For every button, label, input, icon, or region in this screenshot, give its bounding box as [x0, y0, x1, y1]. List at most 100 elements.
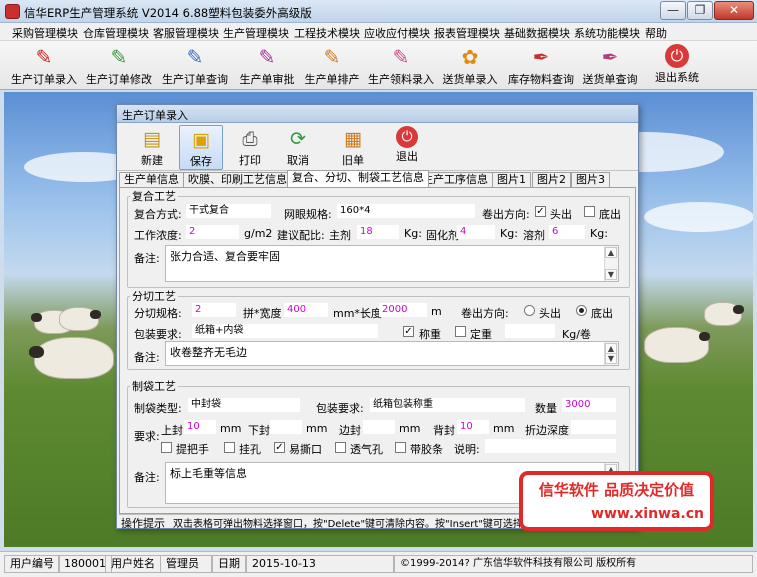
- mesh-input[interactable]: 160*4: [337, 204, 475, 218]
- hint-label: 操作提示: [121, 517, 165, 530]
- doc-green-icon: ✎: [110, 45, 128, 69]
- bag-pack-input[interactable]: 纸箱包装称重: [370, 398, 525, 412]
- bag-qty-input[interactable]: 3000: [562, 398, 616, 412]
- menu-service[interactable]: 客服管理模块: [153, 25, 219, 41]
- menu-warehouse[interactable]: 仓库管理模块: [83, 25, 149, 41]
- handle-label: 提把手: [176, 443, 209, 456]
- status-bar: 用户编号 180001 用户姓名 管理员 日期 2015-10-13 ©1999…: [0, 551, 757, 577]
- slit-mm-length-label: mm*长度: [333, 307, 382, 320]
- curing-label: 固化剂: [426, 229, 459, 242]
- restore-button[interactable]: ❐: [687, 1, 713, 20]
- dialog-exit-button[interactable]: ⏻ 退出: [385, 125, 429, 170]
- fold-depth-input[interactable]: [571, 420, 616, 434]
- solvent-input[interactable]: 6: [549, 225, 585, 239]
- doc-orange-icon: ✎: [323, 45, 341, 69]
- delivery-entry-button[interactable]: ✿ 送货单录入: [440, 43, 500, 88]
- slit-head-out-radio[interactable]: [524, 305, 535, 316]
- composite-tail-out-checkbox[interactable]: [584, 206, 595, 217]
- hang-hole-label: 挂孔: [239, 443, 261, 456]
- close-button[interactable]: ✕: [714, 1, 754, 20]
- scroll-up-icon[interactable]: ▲: [605, 247, 617, 258]
- print-icon: ⎙: [242, 128, 258, 150]
- concentration-input[interactable]: 2: [186, 225, 239, 239]
- concentration-label: 工作浓度:: [134, 229, 182, 242]
- slit-spec-input[interactable]: 2: [192, 303, 236, 317]
- slit-pack-input[interactable]: 纸箱+内袋: [192, 324, 378, 338]
- scroll-down-icon[interactable]: ▼: [605, 269, 617, 280]
- menu-receivable[interactable]: 应收应付模块: [364, 25, 430, 41]
- slit-remark-textarea[interactable]: 收卷整齐无毛边 ▲ ▼: [165, 341, 619, 366]
- vent-hole-checkbox[interactable]: [335, 442, 346, 453]
- tear-notch-checkbox[interactable]: ✓: [274, 442, 285, 453]
- tab-composite-slitting-bagging[interactable]: 复合、分切、制袋工艺信息: [287, 170, 429, 187]
- slit-splice-label: 拼*宽度: [243, 307, 282, 320]
- order-query-button[interactable]: ✎ 生产订单查询: [158, 43, 232, 88]
- tab-strip: 生产单信息 吹膜、印刷工艺信息 复合、分切、制袋工艺信息 生产工序信息 图片1 …: [119, 170, 638, 187]
- app-icon: [5, 4, 20, 19]
- menu-basedata[interactable]: 基础数据模块: [504, 25, 570, 41]
- menu-purchase[interactable]: 采购管理模块: [12, 25, 78, 41]
- material-issue-button[interactable]: ✎ 生产领料录入: [366, 43, 436, 88]
- save-button[interactable]: ▣ 保存: [179, 125, 223, 170]
- slit-width-input[interactable]: 400: [284, 303, 328, 317]
- composite-method-label: 复合方式:: [134, 208, 182, 221]
- main-agent-input[interactable]: 18: [357, 225, 399, 239]
- composite-method-input[interactable]: 干式复合: [186, 204, 271, 218]
- hang-hole-checkbox[interactable]: [224, 442, 235, 453]
- composite-remark-textarea[interactable]: 张力合适、复合要牢固 ▲ ▼: [165, 245, 619, 282]
- cancel-button[interactable]: ⟳ 取消: [276, 125, 320, 170]
- doc-red-icon: ✎: [35, 45, 53, 69]
- weigh-checkbox[interactable]: ✓: [403, 326, 414, 337]
- slit-length-input[interactable]: 2000: [379, 303, 427, 317]
- fixed-weight-checkbox[interactable]: [455, 326, 466, 337]
- exit-icon: ⏻: [665, 44, 689, 68]
- tab-blowing-printing[interactable]: 吹膜、印刷工艺信息: [183, 172, 292, 187]
- order-edit-button[interactable]: ✎ 生产订单修改: [82, 43, 156, 88]
- bag-pack-label: 包装要求:: [316, 402, 364, 415]
- menu-system[interactable]: 系统功能模块: [574, 25, 640, 41]
- side-seal-input[interactable]: [363, 420, 395, 434]
- curing-input[interactable]: 4: [457, 225, 495, 239]
- order-entry-dialog: 生产订单录入 ▤ 新建 ▣ 保存 ⎙ 打印 ⟳ 取消 ▦ 旧单 ⏻ 退出 生产单信息 吹膜、…: [116, 104, 639, 530]
- new-button[interactable]: ▤ 新建: [130, 125, 174, 170]
- bag-type-input[interactable]: 中封袋: [188, 398, 300, 412]
- composite-legend: 复合工艺: [132, 190, 176, 203]
- composite-head-out-checkbox[interactable]: ✓: [535, 206, 546, 217]
- print-button[interactable]: ⎙ 打印: [228, 125, 272, 170]
- old-order-button[interactable]: ▦ 旧单: [331, 125, 375, 170]
- fixed-weight-input[interactable]: [505, 324, 555, 338]
- menu-help[interactable]: 帮助: [645, 25, 667, 41]
- composite-tail-out-label: 底出: [599, 208, 621, 221]
- user-no-label: 用户编号: [4, 555, 60, 573]
- tab-image1[interactable]: 图片1: [492, 172, 531, 187]
- promo-url: www.xinwa.cn: [591, 506, 704, 522]
- menu-engineering[interactable]: 工程技术模块: [294, 25, 360, 41]
- menu-bar: 采购管理模块 仓库管理模块 客服管理模块 生产管理模块 工程技术模块 应收应付模…: [0, 23, 757, 41]
- bottom-seal-mm: mm: [306, 422, 328, 435]
- delivery-query-button[interactable]: ✒ 送货单查询: [580, 43, 640, 88]
- order-schedule-button[interactable]: ✎ 生产单排产: [302, 43, 362, 88]
- scroll-down-icon[interactable]: ▼: [605, 353, 617, 364]
- main-agent-label: 主剂: [329, 229, 351, 242]
- tab-order-info[interactable]: 生产单信息: [119, 172, 184, 187]
- menu-production[interactable]: 生产管理模块: [223, 25, 289, 41]
- minimize-button[interactable]: —: [660, 1, 686, 20]
- tab-image3[interactable]: 图片3: [571, 172, 610, 187]
- handle-checkbox[interactable]: [161, 442, 172, 453]
- bag-note-label: 说明:: [454, 443, 480, 456]
- menu-reports[interactable]: 报表管理模块: [434, 25, 500, 41]
- vent-hole-label: 透气孔: [350, 443, 383, 456]
- tape-strip-checkbox[interactable]: [395, 442, 406, 453]
- bag-remark-text: 标上毛重等信息: [170, 467, 247, 480]
- order-entry-button[interactable]: ✎ 生产订单录入: [7, 43, 81, 88]
- bottom-seal-input[interactable]: [270, 420, 302, 434]
- stock-query-button[interactable]: ✒ 库存物料查询: [504, 43, 578, 88]
- back-seal-input[interactable]: 10: [457, 420, 489, 434]
- dialog-title-bar: 生产订单录入: [117, 105, 638, 123]
- slit-tail-out-radio[interactable]: [576, 305, 587, 316]
- order-approve-button[interactable]: ✎ 生产单审批: [235, 43, 299, 88]
- top-seal-input[interactable]: 10: [184, 420, 216, 434]
- exit-system-button[interactable]: ⏻ 退出系统: [650, 43, 704, 88]
- tab-image2[interactable]: 图片2: [532, 172, 571, 187]
- bag-note-input[interactable]: [485, 439, 616, 453]
